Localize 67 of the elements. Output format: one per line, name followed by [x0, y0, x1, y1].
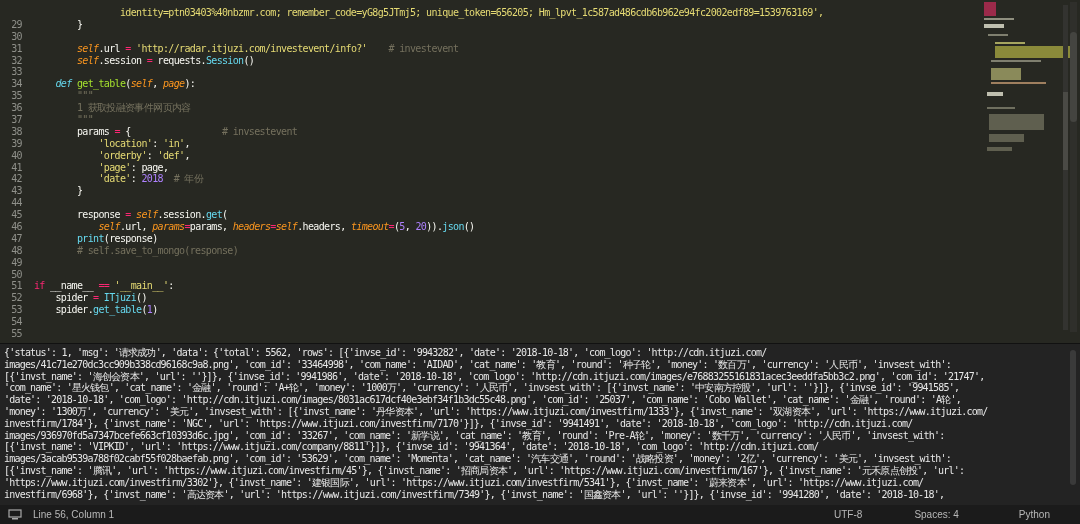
line-number: 42 [10, 173, 23, 186]
line-number: 48 [10, 244, 23, 257]
line-number: 55 [10, 328, 23, 340]
code-line: 1 获取投融资事件网页内容 [75, 102, 191, 114]
line-number: 54 [10, 316, 23, 329]
line-number: 35 [10, 90, 23, 103]
code-line: } [75, 185, 83, 198]
output-line: {'status': 1, 'msg': '请求成功', 'data': {'total': 5562, 'rows': [{'invse_id': '9943282', 'date': '2018-10-18', 'com_logo': 'http://cdn.itjuzi.com/ [4, 347, 768, 359]
line-number: 43 [10, 185, 23, 198]
output-line: 'money': '1300万', 'currency': '美元', 'invsest_with': [{'invst_name': '丹华资本', 'url': 'https://www.itjuzi.com/investfirm/1333'}, {'invst_name': '双湖资本', 'url': 'https://www.itjuzi.com/ [4, 406, 989, 418]
line-number: 46 [10, 221, 23, 233]
cursor-position: Line 56, Column 1 [33, 508, 115, 522]
output-line: images/41c71e270dc3cc909b338cd96168c9a8.png', 'com_id': '33464998', 'com_name': 'AIDAD', 'cat_name': '教育', 'round': '种子轮', 'money': '数百万', 'currency': '人民币', 'invsest_with': [4, 358, 952, 371]
line-number: 44 [10, 197, 23, 210]
encoding-label[interactable]: UTF-8 [834, 507, 863, 522]
line-number: 32 [10, 54, 23, 67]
monitor-icon[interactable] [8, 509, 22, 520]
line-number: 31 [10, 42, 23, 55]
line-number: 52 [10, 292, 23, 305]
code-line: 'page': page, [97, 161, 169, 174]
output-line: [{'invst_name': 'VIPKID', 'url': 'https://www.itjuzi.com/company/8811'}]}, {'invse_id': '9941364', 'date': '2018-10-18', 'com_logo': 'http://cdn.itjuzi.com/ [4, 441, 820, 453]
code-line: def get_table(self, page): [54, 78, 196, 91]
line-number: 45 [10, 209, 23, 222]
code-line: self.url, params=params, headers=self.headers, timeout=(5, 20)).json() [97, 221, 475, 233]
output-line: images/3acab9539a788f02cabf55f028baefab.png', 'com_id': '53629', 'com_name': 'Momenta', 'cat_name': '汽车交通', 'round': '战略投资', 'money': '2亿', 'currency': '美元', 'invsest_with': [4, 453, 952, 465]
line-number: 37 [10, 114, 23, 126]
code-line: params = { # invsestevent [75, 125, 298, 138]
code-line: } [75, 18, 83, 31]
code-line: if __name__ == '__main__': [33, 280, 174, 293]
line-number: 50 [10, 268, 23, 281]
line-number: 36 [10, 102, 23, 114]
output-line: investfirm/6968'}, {'invst_name': '高达资本', 'url': 'https://www.itjuzi.com/investfirm/7349'}, {'invst_name': '国鑫资本', 'url': ''}]}, {'invse_id': '9941280', 'date': '2018-10-18', [4, 488, 946, 501]
code-line: identity=ptn03403%40nbzmr.com; remember_code=yG8g5JTmj5; unique_token=656205; Hm_lpvt_1c587ad486cdb6b962e94fc2002edf89=1539763169', [118, 7, 824, 19]
code-line: self.session = requests.Session() [75, 54, 255, 67]
output-line: [{'invst_name': '海创会资本', 'url': ''}]}, {'invse_id': '9941986', 'date': '2018-10-18', 'com_logo': 'http://cdn.itjuzi.com/images/e76883255161831acec3eeddfa5bb3c2.png', 'com_id': '21747', [4, 370, 986, 383]
code-line: 'location': 'in', [97, 137, 190, 150]
line-number: 41 [10, 161, 23, 174]
output-line: 'date': '2018-10-18', 'com_logo': 'http://cdn.itjuzi.com/images/8031ac617dcf40e3ebf34f1b3dc55c48.png', 'com_id': '25037', 'com_name': 'Cobo Wallet', 'cat_name': '金融', 'round': 'A轮', [4, 394, 962, 406]
line-number: 49 [10, 256, 23, 269]
line-number: 33 [10, 66, 23, 79]
code-line: # self.save_to_mongo(response) [75, 244, 239, 257]
code-line: response = self.session.get( [75, 209, 228, 222]
line-number: 51 [10, 280, 23, 293]
code-line: self.url = 'http://radar.itjuzi.com/investevent/info?' # investevent [75, 42, 459, 55]
line-number: 47 [10, 232, 23, 245]
output-line: [{'invst_name': '腾讯', 'url': 'https://www.itjuzi.com/investfirm/45'}, {'invst_name': '招商局资本', 'url': 'https://www.itjuzi.com/investfirm/167'}, {'invst_name': '元禾原点创投', 'url': [4, 464, 966, 477]
line-number: 39 [10, 137, 23, 150]
syntax-label[interactable]: Python [1018, 507, 1050, 522]
code-line: print(response) [75, 232, 158, 245]
code-line: 'date': 2018 # 年份 [97, 173, 204, 186]
scrollbar[interactable] [1070, 2, 1077, 332]
output-line: 'com_name': '星火钱包', 'cat_name': '金融', 'round': 'A+轮', 'money': '1000万', 'currency': '人民币', 'invsest_with': [{'invst_name': '中安南方控股', 'url': ''}]}, {'invse_id': '9941585', [4, 382, 961, 395]
output-line: images/936970fd5a7347bcefe663cf10393d6c.jpg', 'com_id': '33267', 'com_name': '新学说', 'cat_name': '教育', 'round': 'Pre-A轮', 'money': '数千万', 'currency': '人民币', 'invsest_with': [4, 429, 946, 442]
line-number: 40 [10, 149, 23, 162]
line-number: 34 [10, 78, 23, 91]
output-line: 'https://www.itjuzi.com/investfirm/3302'}, {'invst_name': '建银国际', 'url': 'https://www.itjuzi.com/investfirm/5341'}, {'invst_name': '蔚来资本', 'url': 'https://www.itjuzi.com/ [4, 476, 925, 489]
line-number: 38 [10, 125, 23, 138]
code-line: 'orderby': 'def', [97, 149, 190, 162]
output-line: investfirm/1784'}, {'invst_name': 'NGC', 'url': 'https://www.itjuzi.com/investfirm/7170'}]}, {'invse_id': '9941491', 'date': '2018-10-18', 'com_logo': 'http://cdn.itjuzi.com/ [4, 417, 914, 430]
line-number: 30 [10, 30, 23, 43]
code-line: """ [75, 90, 94, 102]
code-line: spider.get_table(1) [54, 304, 158, 317]
indentation-label[interactable]: Spaces: 4 [914, 507, 959, 522]
line-number: 29 [10, 18, 23, 31]
line-number: 53 [10, 304, 23, 317]
code-line: spider = ITjuzi() [54, 292, 147, 305]
code-line: """ [75, 114, 94, 126]
